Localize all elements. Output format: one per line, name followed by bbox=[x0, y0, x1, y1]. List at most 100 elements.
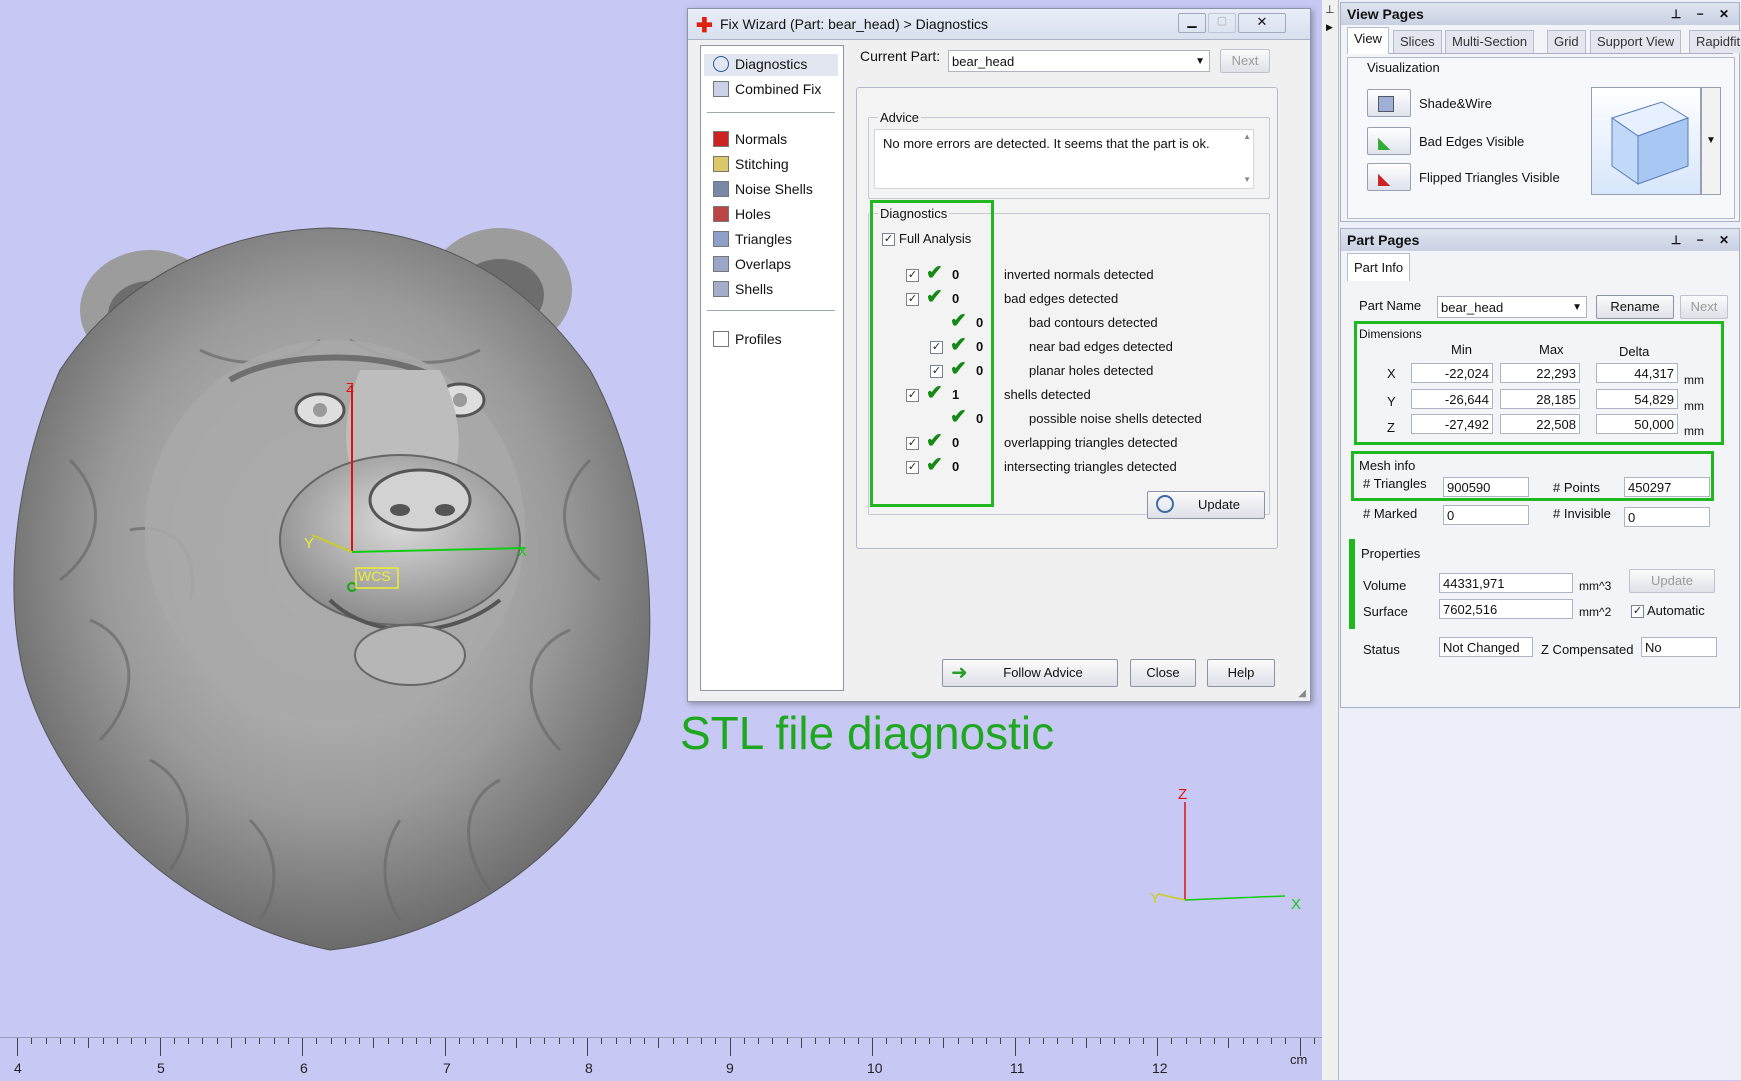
nav-shells[interactable]: Shells bbox=[713, 281, 773, 297]
highlight-box bbox=[1354, 321, 1724, 445]
view-tabs: View Slices Multi-Section Grid Support V… bbox=[1347, 27, 1741, 71]
tab-view[interactable]: View bbox=[1347, 27, 1389, 54]
tab-rapidfit-view[interactable]: Rapidfit View bbox=[1689, 30, 1741, 71]
help-button[interactable]: Help bbox=[1207, 659, 1275, 687]
diag-row-text: near bad edges detected bbox=[1029, 339, 1173, 354]
nav-normals[interactable]: Normals bbox=[713, 131, 787, 147]
current-part-select[interactable]: bear_head ▼ bbox=[948, 50, 1210, 72]
ruler-tick bbox=[715, 1038, 717, 1044]
scroll-up-icon[interactable]: ▲ bbox=[1243, 132, 1251, 141]
triad-z-label: Z bbox=[1178, 786, 1188, 803]
chevron-down-icon: ▼ bbox=[1195, 56, 1205, 67]
nav-overlaps[interactable]: Overlaps bbox=[713, 256, 791, 272]
maximize-button[interactable]: ▢ bbox=[1208, 13, 1236, 33]
follow-advice-button[interactable]: ➜ Follow Advice bbox=[942, 659, 1118, 687]
ruler-tick bbox=[729, 1038, 731, 1056]
highlight-box bbox=[1351, 451, 1714, 501]
part-pages-titlebar: Part Pages ⊥ − ✕ bbox=[1341, 229, 1739, 251]
marked-value[interactable]: 0 bbox=[1443, 505, 1529, 525]
ruler-tick bbox=[1028, 1038, 1030, 1044]
properties-title: Properties bbox=[1361, 546, 1421, 561]
ruler-tick bbox=[815, 1038, 816, 1044]
tab-grid[interactable]: Grid bbox=[1547, 30, 1586, 53]
ruler-tick bbox=[401, 1038, 403, 1044]
nav-divider bbox=[707, 112, 835, 113]
flipped-triangles-icon: ◣ bbox=[1378, 171, 1391, 188]
shade-wire-button[interactable] bbox=[1367, 89, 1411, 117]
bad-edges-button[interactable]: ◣ bbox=[1367, 127, 1411, 155]
cube-icon bbox=[713, 81, 729, 97]
resize-grip-icon[interactable]: ◢ bbox=[1298, 688, 1306, 699]
nav-stitching[interactable]: Stitching bbox=[713, 156, 789, 172]
ruler-tick bbox=[145, 1038, 147, 1044]
follow-advice-label: Follow Advice bbox=[1003, 665, 1083, 680]
ruler-tick bbox=[131, 1038, 132, 1044]
scroll-down-icon[interactable]: ▼ bbox=[1243, 175, 1251, 184]
nav-diagnostics[interactable]: Diagnostics bbox=[713, 56, 807, 72]
ruler-tick bbox=[1242, 1038, 1244, 1044]
volume-value[interactable]: 44331,971 bbox=[1439, 573, 1573, 593]
ruler-tick bbox=[829, 1038, 831, 1044]
pin-icon[interactable]: ⊥ bbox=[1325, 3, 1335, 16]
invisible-label: # Invisible bbox=[1553, 506, 1611, 521]
minimize-button[interactable]: ▁ bbox=[1178, 13, 1206, 33]
wcs-y-label: Y bbox=[304, 535, 315, 552]
ruler-tick bbox=[872, 1038, 873, 1056]
arrow-icon[interactable]: ▶ bbox=[1326, 22, 1333, 33]
nav-label: Profiles bbox=[735, 331, 782, 347]
automatic-checkbox[interactable]: ✓ bbox=[1631, 605, 1644, 618]
nav-triangles[interactable]: Triangles bbox=[713, 231, 792, 247]
ruler-tick bbox=[758, 1038, 759, 1044]
invisible-value[interactable]: 0 bbox=[1624, 507, 1710, 527]
ruler-label: 12 bbox=[1152, 1060, 1168, 1076]
advice-textbox[interactable]: No more errors are detected. It seems th… bbox=[874, 129, 1254, 189]
ruler-label: 11 bbox=[1010, 1060, 1025, 1076]
ruler-tick bbox=[572, 1038, 574, 1044]
view-cube-dropdown[interactable]: ▼ bbox=[1701, 87, 1721, 195]
triad-y-label: Y bbox=[1150, 890, 1161, 907]
ruler-tick bbox=[1114, 1038, 1116, 1044]
properties-update-button[interactable]: Update bbox=[1629, 569, 1715, 593]
ruler-tick bbox=[359, 1038, 360, 1044]
ruler-tick bbox=[515, 1038, 517, 1048]
dialog-titlebar[interactable]: ✚ Fix Wizard (Part: bear_head) > Diagnos… bbox=[688, 9, 1310, 40]
tab-support-view[interactable]: Support View bbox=[1590, 30, 1682, 53]
nav-profiles[interactable]: Profiles bbox=[713, 331, 782, 347]
nav-label: Triangles bbox=[735, 231, 793, 247]
ruler-tick bbox=[558, 1038, 560, 1044]
rename-button[interactable]: Rename bbox=[1596, 295, 1674, 319]
panel-controls-icon[interactable]: ⊥ − ✕ bbox=[1671, 229, 1735, 251]
nav-holes[interactable]: Holes bbox=[713, 206, 771, 222]
next-button[interactable]: Next bbox=[1220, 49, 1270, 73]
ruler-tick bbox=[957, 1038, 959, 1044]
tab-part-info[interactable]: Part Info bbox=[1347, 253, 1411, 282]
ruler-tick bbox=[1185, 1038, 1187, 1044]
surface-value[interactable]: 7602,516 bbox=[1439, 599, 1573, 619]
ruler-tick bbox=[1014, 1038, 1016, 1056]
panel-controls-icon[interactable]: ⊥ − ✕ bbox=[1671, 3, 1735, 25]
ruler-tick bbox=[230, 1038, 232, 1048]
update-label: Update bbox=[1198, 497, 1240, 512]
close-window-button[interactable]: ✕ bbox=[1238, 13, 1286, 33]
close-button[interactable]: Close bbox=[1130, 659, 1196, 687]
ruler-tick bbox=[173, 1038, 175, 1044]
part-name-select[interactable]: bear_head ▼ bbox=[1437, 296, 1587, 318]
ruler-tick bbox=[986, 1038, 987, 1044]
ruler-tick bbox=[615, 1038, 617, 1044]
diag-row-text: planar holes detected bbox=[1029, 363, 1154, 378]
flipped-triangles-button[interactable]: ◣ bbox=[1367, 163, 1411, 191]
view-cube[interactable] bbox=[1591, 87, 1701, 195]
nav-noise-shells[interactable]: Noise Shells bbox=[713, 181, 813, 197]
nav-combined-fix[interactable]: Combined Fix bbox=[713, 81, 821, 97]
part-next-button[interactable]: Next bbox=[1680, 295, 1728, 319]
update-button[interactable]: Update bbox=[1147, 491, 1265, 519]
ruler-tick bbox=[587, 1038, 588, 1056]
tab-slices[interactable]: Slices bbox=[1393, 30, 1442, 53]
ruler-label: 5 bbox=[157, 1060, 165, 1076]
arrow-right-icon: ➜ bbox=[951, 662, 968, 684]
ruler-tick bbox=[1085, 1038, 1087, 1048]
part-name-value: bear_head bbox=[1441, 300, 1504, 315]
ruler-tick bbox=[302, 1038, 303, 1056]
ruler-tick bbox=[1043, 1038, 1044, 1044]
tab-multi-section[interactable]: Multi-Section bbox=[1445, 30, 1535, 53]
